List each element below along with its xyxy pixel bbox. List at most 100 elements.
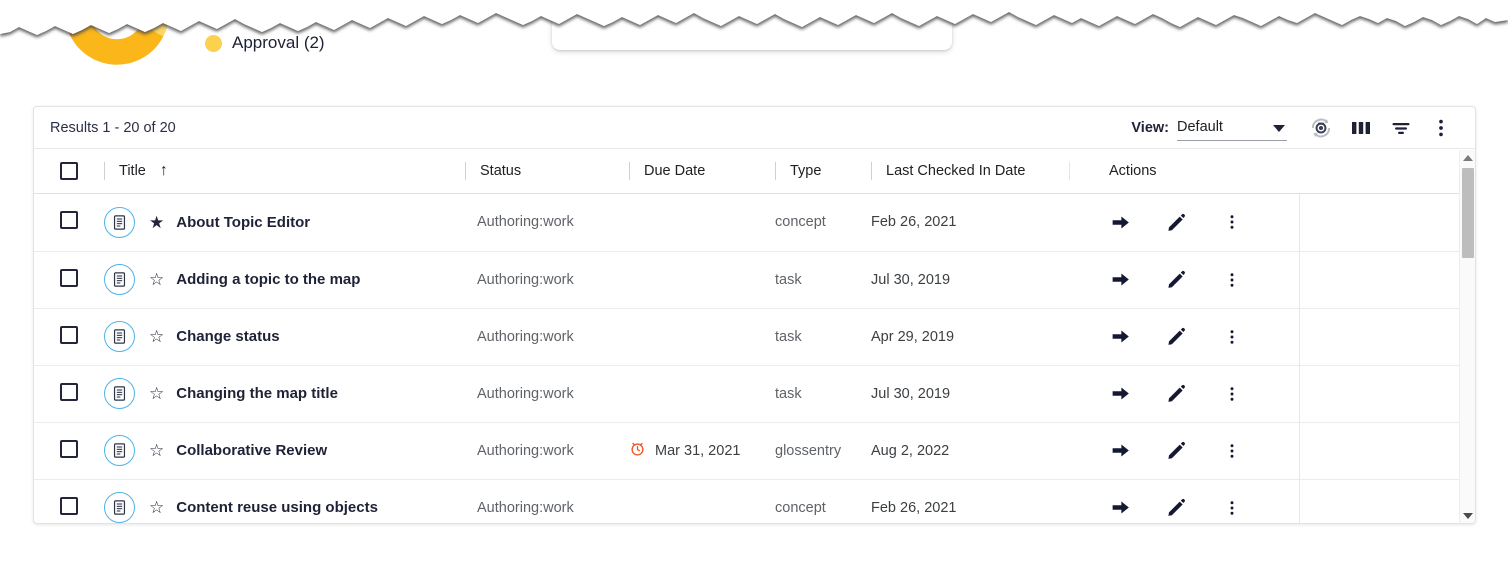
scroll-up-arrow-icon[interactable] (1460, 150, 1475, 166)
row-status-value: Authoring:work (477, 271, 574, 288)
row-checkbox[interactable] (60, 496, 78, 515)
row-type-cell: task (775, 365, 871, 423)
row-checkbox[interactable] (60, 325, 78, 344)
row-actions-cell (1091, 194, 1475, 252)
th-last-checked-in-date[interactable]: Last Checked In Date (871, 149, 1091, 194)
row-status-value: Authoring:work (477, 328, 574, 345)
results-table: ★ About Topic Editor Authoring:work conc… (34, 194, 1475, 523)
document-icon (104, 378, 135, 409)
row-checkbox[interactable] (60, 439, 78, 458)
legend-item-approval[interactable]: Approval (2) (205, 33, 325, 53)
edit-pencil-icon[interactable] (1165, 497, 1187, 518)
document-icon (104, 492, 135, 523)
edit-pencil-icon[interactable] (1165, 212, 1187, 233)
row-checkbox[interactable] (60, 268, 78, 287)
star-outline-icon[interactable]: ☆ (149, 328, 164, 345)
th-status[interactable]: Status (465, 149, 629, 194)
star-outline-icon[interactable]: ☆ (149, 499, 164, 516)
results-table-body-scroll: ★ About Topic Editor Authoring:work conc… (34, 194, 1475, 523)
donut-segment-amber (70, 24, 164, 65)
table-row[interactable]: ★ About Topic Editor Authoring:work conc… (34, 194, 1475, 252)
select-all-checkbox[interactable] (60, 162, 78, 180)
donut-svg (65, 9, 169, 65)
edit-pencil-icon[interactable] (1165, 326, 1187, 347)
row-title-cell: ★ About Topic Editor (104, 194, 465, 252)
star-outline-icon[interactable]: ☆ (149, 442, 164, 459)
edit-pencil-icon[interactable] (1165, 383, 1187, 404)
row-status-cell: Authoring:work (465, 422, 629, 480)
table-scrollbar[interactable] (1459, 150, 1475, 523)
row-title-link[interactable]: Changing the map title (176, 385, 338, 402)
row-last-checked-in-cell: Aug 2, 2022 (871, 422, 1091, 480)
row-title-cell: ☆ Changing the map title (104, 365, 465, 423)
row-actions-cell (1091, 251, 1475, 309)
row-title-link[interactable]: Collaborative Review (176, 442, 327, 459)
row-select-cell (34, 365, 104, 423)
th-type[interactable]: Type (775, 149, 871, 194)
row-last-checked-in-value: Jul 30, 2019 (871, 385, 951, 402)
th-due-date[interactable]: Due Date (629, 149, 775, 194)
row-more-icon[interactable] (1221, 442, 1243, 460)
th-type-label: Type (790, 163, 822, 179)
sort-ascending-icon[interactable]: ↑ (160, 163, 168, 179)
go-arrow-icon[interactable] (1109, 269, 1131, 290)
row-title-link[interactable]: Adding a topic to the map (176, 271, 360, 288)
row-select-cell (34, 251, 104, 309)
row-select-cell (34, 194, 104, 252)
star-outline-icon[interactable]: ☆ (149, 385, 164, 402)
go-arrow-icon[interactable] (1109, 440, 1131, 461)
row-more-icon[interactable] (1221, 271, 1243, 289)
refresh-icon[interactable] (1301, 111, 1341, 145)
row-status-cell: Authoring:work (465, 194, 629, 252)
scrollbar-thumb[interactable] (1462, 168, 1474, 258)
row-due-date-cell (629, 251, 775, 309)
th-title[interactable]: Title ↑ (104, 149, 465, 194)
star-filled-icon[interactable]: ★ (149, 214, 164, 231)
legend-color-swatch (205, 34, 222, 52)
status-donut-chart (52, 0, 182, 72)
table-header-row: Title ↑ Status Due Date Type Last Checke… (34, 149, 1475, 194)
th-lcid-label: Last Checked In Date (886, 163, 1026, 179)
go-arrow-icon[interactable] (1109, 497, 1131, 518)
row-more-icon[interactable] (1221, 328, 1243, 346)
row-status-value: Authoring:work (477, 442, 574, 459)
row-title-link[interactable]: About Topic Editor (176, 214, 310, 231)
column-divider (104, 162, 105, 180)
row-title-link[interactable]: Change status (176, 328, 279, 345)
column-divider (775, 162, 776, 180)
filter-icon[interactable] (1381, 111, 1421, 145)
star-outline-icon[interactable]: ☆ (149, 271, 164, 288)
table-row[interactable]: ☆ Change status Authoring:work task Apr … (34, 308, 1475, 366)
row-actions-cell (1091, 479, 1475, 523)
document-icon (104, 435, 135, 466)
row-more-icon[interactable] (1221, 385, 1243, 403)
column-divider (1069, 162, 1071, 180)
columns-icon[interactable] (1341, 111, 1381, 145)
table-row[interactable]: ☆ Collaborative Review Authoring:work Ma… (34, 422, 1475, 480)
results-toolbar: Results 1 - 20 of 20 View: Default (34, 107, 1475, 149)
row-more-icon[interactable] (1221, 213, 1243, 231)
row-select-cell (34, 422, 104, 480)
floating-panel-fragment (552, 4, 952, 50)
results-card: Results 1 - 20 of 20 View: Default Title… (33, 106, 1476, 524)
edit-pencil-icon[interactable] (1165, 269, 1187, 290)
row-checkbox[interactable] (60, 211, 78, 230)
table-row[interactable]: ☆ Changing the map title Authoring:work … (34, 365, 1475, 423)
row-more-icon[interactable] (1221, 499, 1243, 517)
go-arrow-icon[interactable] (1109, 383, 1131, 404)
table-row[interactable]: ☆ Adding a topic to the map Authoring:wo… (34, 251, 1475, 309)
go-arrow-icon[interactable] (1109, 326, 1131, 347)
edit-pencil-icon[interactable] (1165, 440, 1187, 461)
column-divider (871, 162, 872, 180)
view-select-value: Default (1177, 119, 1223, 135)
column-divider (465, 162, 466, 180)
go-arrow-icon[interactable] (1109, 212, 1131, 233)
view-select[interactable]: Default (1177, 115, 1287, 141)
more-options-icon[interactable] (1421, 111, 1461, 145)
row-status-value: Authoring:work (477, 214, 574, 231)
table-row[interactable]: ☆ Content reuse using objects Authoring:… (34, 479, 1475, 523)
row-title-link[interactable]: Content reuse using objects (176, 499, 378, 516)
legend-label-approval: Approval (2) (232, 33, 325, 52)
scroll-down-arrow-icon[interactable] (1460, 508, 1475, 523)
row-checkbox[interactable] (60, 382, 78, 401)
